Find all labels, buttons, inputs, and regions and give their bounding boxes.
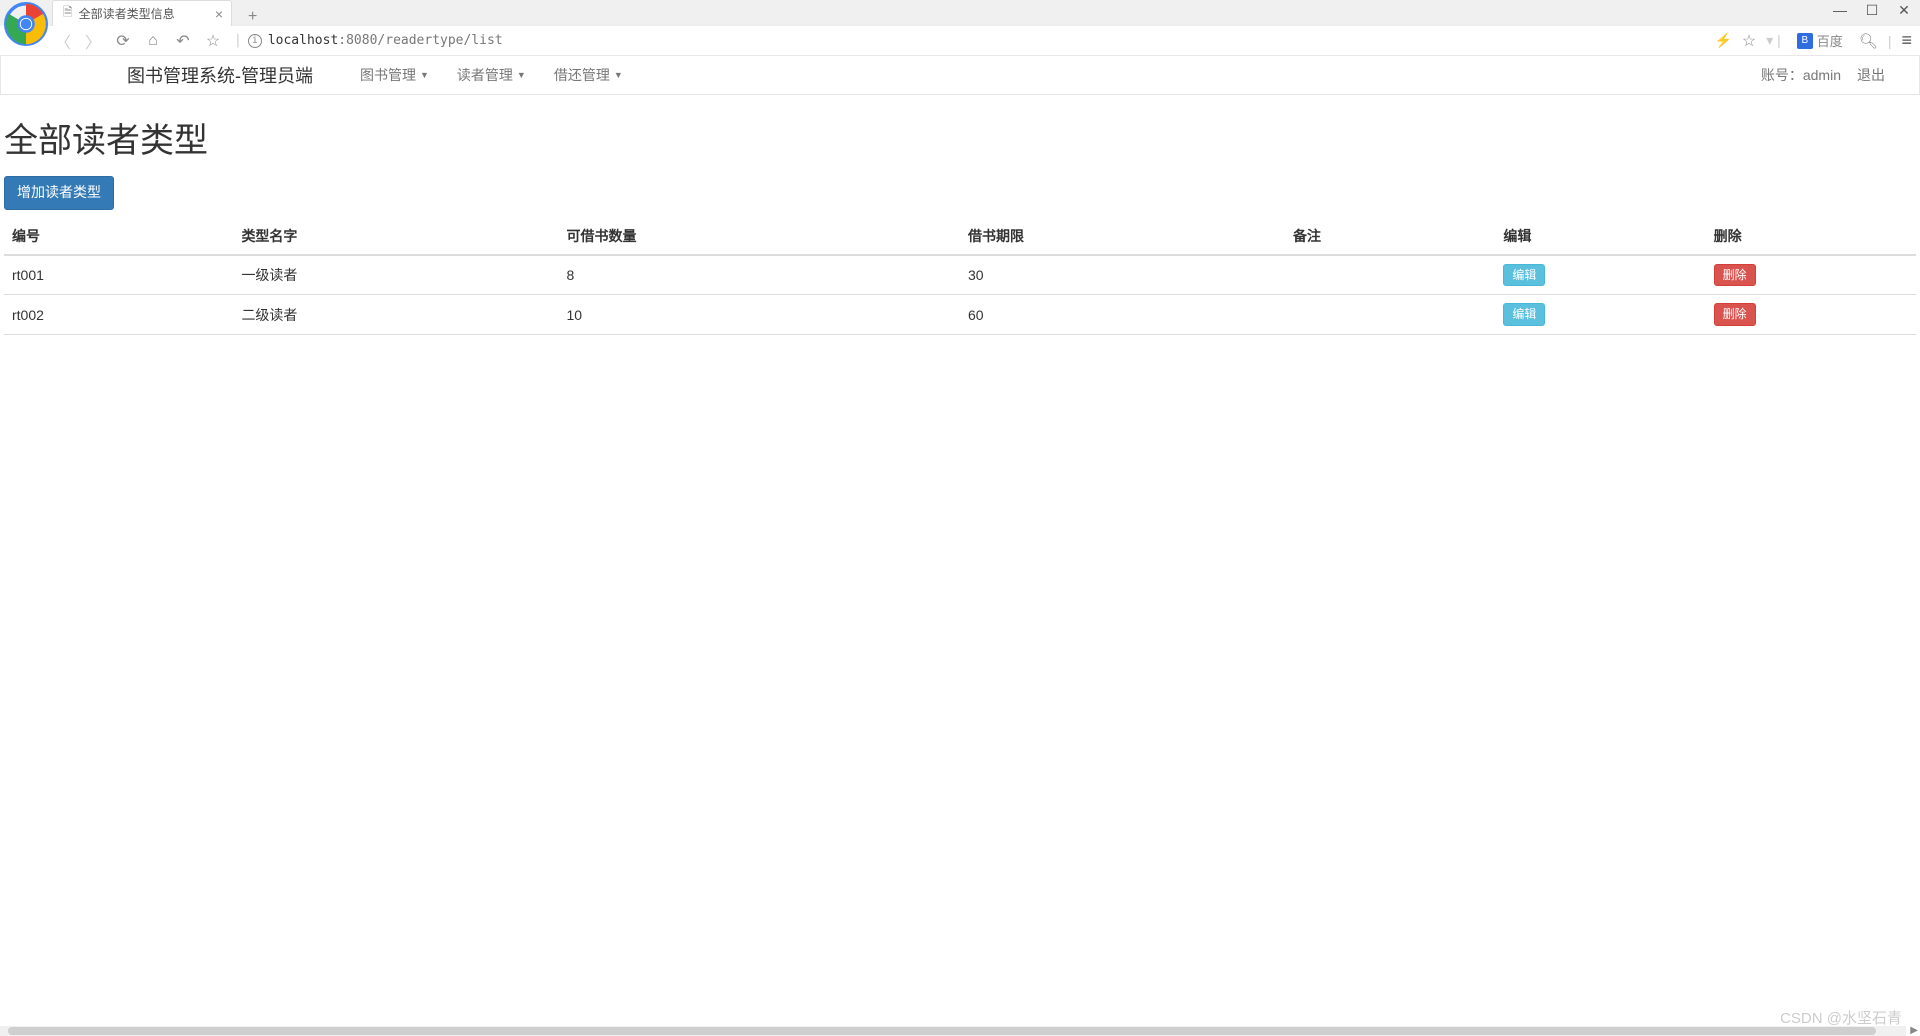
th-del: 删除 bbox=[1706, 218, 1916, 255]
th-name: 类型名字 bbox=[233, 218, 558, 255]
th-id: 编号 bbox=[4, 218, 233, 255]
cell-edit: 编辑 bbox=[1495, 295, 1705, 335]
favorite-button[interactable]: ☆ bbox=[204, 31, 222, 51]
th-qty: 可借书数量 bbox=[558, 218, 960, 255]
window-controls: — ☐ ✕ bbox=[1832, 2, 1912, 19]
add-reader-type-button[interactable]: 增加读者类型 bbox=[4, 176, 114, 210]
divider: ▾ | bbox=[1766, 32, 1781, 49]
forward-button[interactable]: 〉 bbox=[84, 29, 102, 53]
navbar-right: 账号：admin 退出 bbox=[1761, 65, 1903, 85]
browser-logo bbox=[4, 2, 52, 50]
chevron-down-icon: ▼ bbox=[420, 70, 429, 80]
nav-menu: 图书管理 ▼ 读者管理 ▼ 借还管理 ▼ bbox=[348, 55, 635, 95]
nav-item-label: 图书管理 bbox=[360, 65, 416, 85]
tab-close-button[interactable]: × bbox=[215, 6, 223, 22]
logout-link[interactable]: 退出 bbox=[1857, 65, 1885, 85]
watermark: CSDN @水坚石青 bbox=[1780, 1007, 1902, 1028]
scroll-right-arrow[interactable]: ▶ bbox=[1910, 1025, 1918, 1036]
table-header-row: 编号 类型名字 可借书数量 借书期限 备注 编辑 删除 bbox=[4, 218, 1916, 255]
th-edit: 编辑 bbox=[1495, 218, 1705, 255]
cell-id: rt002 bbox=[4, 295, 233, 335]
table-row: rt001一级读者830 编辑 删除 bbox=[4, 255, 1916, 295]
search-engine-selector[interactable]: B 百度 bbox=[1791, 29, 1849, 52]
url-box[interactable]: | i localhost:8080/readertype/list bbox=[234, 33, 503, 48]
edit-button[interactable]: 编辑 bbox=[1503, 264, 1545, 287]
undo-button[interactable]: ↶ bbox=[174, 31, 192, 51]
cell-id: rt001 bbox=[4, 255, 233, 295]
search-engine-label: 百度 bbox=[1817, 31, 1843, 50]
delete-button[interactable]: 删除 bbox=[1714, 303, 1756, 326]
cell-edit: 编辑 bbox=[1495, 255, 1705, 295]
horizontal-scrollbar[interactable]: ▶ bbox=[0, 1026, 1906, 1036]
navbar-brand[interactable]: 图书管理系统-管理员端 bbox=[17, 62, 328, 88]
scrollbar-thumb[interactable] bbox=[8, 1027, 1876, 1035]
browser-tab[interactable]: 🗎 全部读者类型信息 × bbox=[52, 0, 232, 26]
cell-term: 60 bbox=[960, 295, 1285, 335]
refresh-button[interactable]: ⟳ bbox=[114, 31, 132, 51]
chevron-down-icon: ▼ bbox=[517, 70, 526, 80]
address-bar: 〈 〉 ⟳ ⌂ ↶ ☆ | i localhost:8080/readertyp… bbox=[0, 26, 1920, 55]
nav-item-book-mgmt[interactable]: 图书管理 ▼ bbox=[348, 55, 441, 95]
app-navbar: 图书管理系统-管理员端 图书管理 ▼ 读者管理 ▼ 借还管理 ▼ 账号：admi… bbox=[0, 55, 1920, 95]
nav-item-reader-mgmt[interactable]: 读者管理 ▼ bbox=[445, 55, 538, 95]
reader-type-table: 编号 类型名字 可借书数量 借书期限 备注 编辑 删除 rt001一级读者830… bbox=[4, 218, 1916, 336]
cell-qty: 10 bbox=[558, 295, 960, 335]
bookmark-icon[interactable]: ☆ bbox=[1742, 31, 1756, 51]
cell-remark bbox=[1285, 255, 1495, 295]
cell-remark bbox=[1285, 295, 1495, 335]
chevron-down-icon: ▼ bbox=[614, 70, 623, 80]
window-close-button[interactable]: ✕ bbox=[1896, 2, 1912, 19]
site-info-icon[interactable]: i bbox=[248, 34, 262, 48]
cell-term: 30 bbox=[960, 255, 1285, 295]
nav-item-label: 借还管理 bbox=[554, 65, 610, 85]
cell-qty: 8 bbox=[558, 255, 960, 295]
nav-item-label: 读者管理 bbox=[457, 65, 513, 85]
cell-del: 删除 bbox=[1706, 295, 1916, 335]
address-bar-right: ⚡ ☆ ▾ | B 百度 🔍︎ | ≡ bbox=[1714, 29, 1912, 52]
account-label[interactable]: 账号：admin bbox=[1761, 65, 1841, 85]
nav-item-borrow-mgmt[interactable]: 借还管理 ▼ bbox=[542, 55, 635, 95]
search-icon[interactable]: 🔍︎ bbox=[1859, 32, 1878, 50]
back-button[interactable]: 〈 bbox=[54, 29, 72, 53]
cell-name: 一级读者 bbox=[233, 255, 558, 295]
page-content: 全部读者类型 增加读者类型 编号 类型名字 可借书数量 借书期限 备注 编辑 删… bbox=[0, 95, 1920, 335]
url-text: localhost:8080/readertype/list bbox=[268, 33, 503, 48]
home-button[interactable]: ⌂ bbox=[144, 32, 162, 50]
tab-title: 全部读者类型信息 bbox=[79, 5, 175, 22]
tab-bar: 🗎 全部读者类型信息 × + bbox=[0, 0, 1920, 26]
cell-del: 删除 bbox=[1706, 255, 1916, 295]
file-icon: 🗎 bbox=[63, 3, 73, 24]
page-title: 全部读者类型 bbox=[4, 95, 1916, 176]
delete-button[interactable]: 删除 bbox=[1714, 264, 1756, 287]
edit-button[interactable]: 编辑 bbox=[1503, 303, 1545, 326]
table-row: rt002二级读者1060 编辑 删除 bbox=[4, 295, 1916, 335]
lightning-icon[interactable]: ⚡ bbox=[1714, 32, 1731, 49]
browser-chrome: — ☐ ✕ 🗎 全部读者类型信息 × + 〈 〉 ⟳ ⌂ ↶ ☆ | i loc… bbox=[0, 0, 1920, 55]
new-tab-button[interactable]: + bbox=[242, 8, 263, 26]
baidu-icon: B bbox=[1797, 33, 1813, 49]
cell-name: 二级读者 bbox=[233, 295, 558, 335]
th-remark: 备注 bbox=[1285, 218, 1495, 255]
window-minimize-button[interactable]: — bbox=[1832, 2, 1848, 19]
window-maximize-button[interactable]: ☐ bbox=[1864, 2, 1880, 19]
hamburger-menu-icon[interactable]: ≡ bbox=[1901, 30, 1912, 51]
th-term: 借书期限 bbox=[960, 218, 1285, 255]
